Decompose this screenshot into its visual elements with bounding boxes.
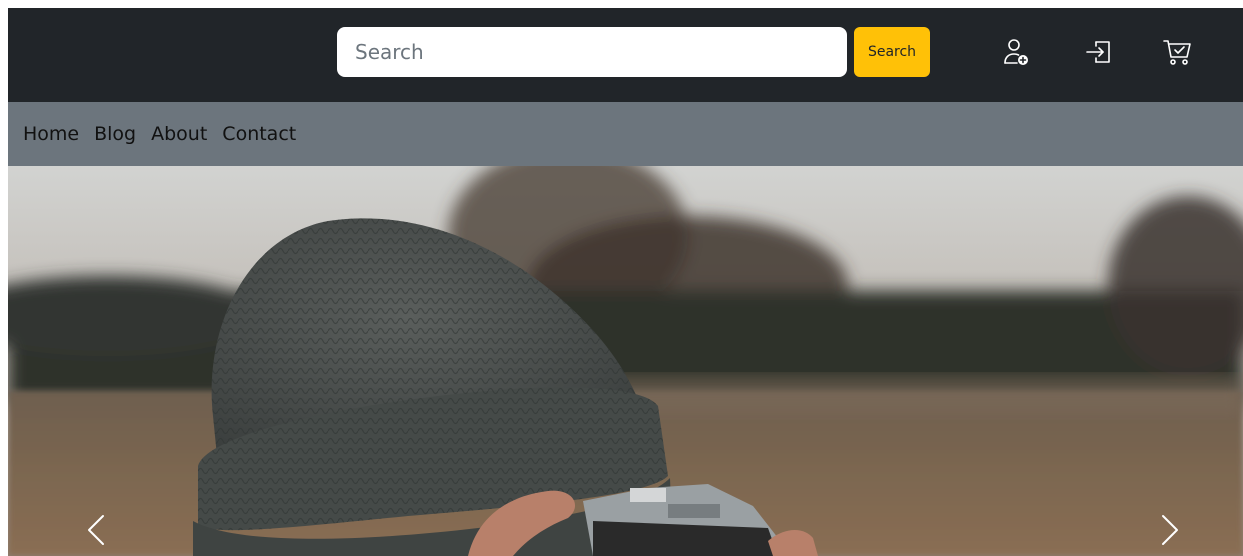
nav-link-contact[interactable]: Contact <box>222 123 296 145</box>
login-icon[interactable] <box>1081 34 1117 70</box>
add-user-icon[interactable] <box>999 34 1035 70</box>
hero-image <box>8 166 1243 556</box>
carousel-next-button[interactable] <box>1150 510 1190 550</box>
page-frame: Search Search Home Blog About Contact <box>8 8 1243 556</box>
chevron-left-icon <box>88 515 104 545</box>
carousel-prev-button[interactable] <box>76 510 116 550</box>
nav-link-blog[interactable]: Blog <box>94 123 136 145</box>
top-header: Search <box>8 8 1243 102</box>
chevron-right-icon <box>1162 515 1178 545</box>
hero-carousel <box>8 166 1243 556</box>
cart-icon[interactable] <box>1159 34 1195 70</box>
search-input[interactable] <box>337 27 847 77</box>
nav-link-about[interactable]: About <box>151 123 207 145</box>
search-button[interactable]: Search <box>854 27 930 77</box>
nav-link-home[interactable]: Home <box>23 123 79 145</box>
main-nav: Home Blog About Contact <box>8 102 1243 166</box>
